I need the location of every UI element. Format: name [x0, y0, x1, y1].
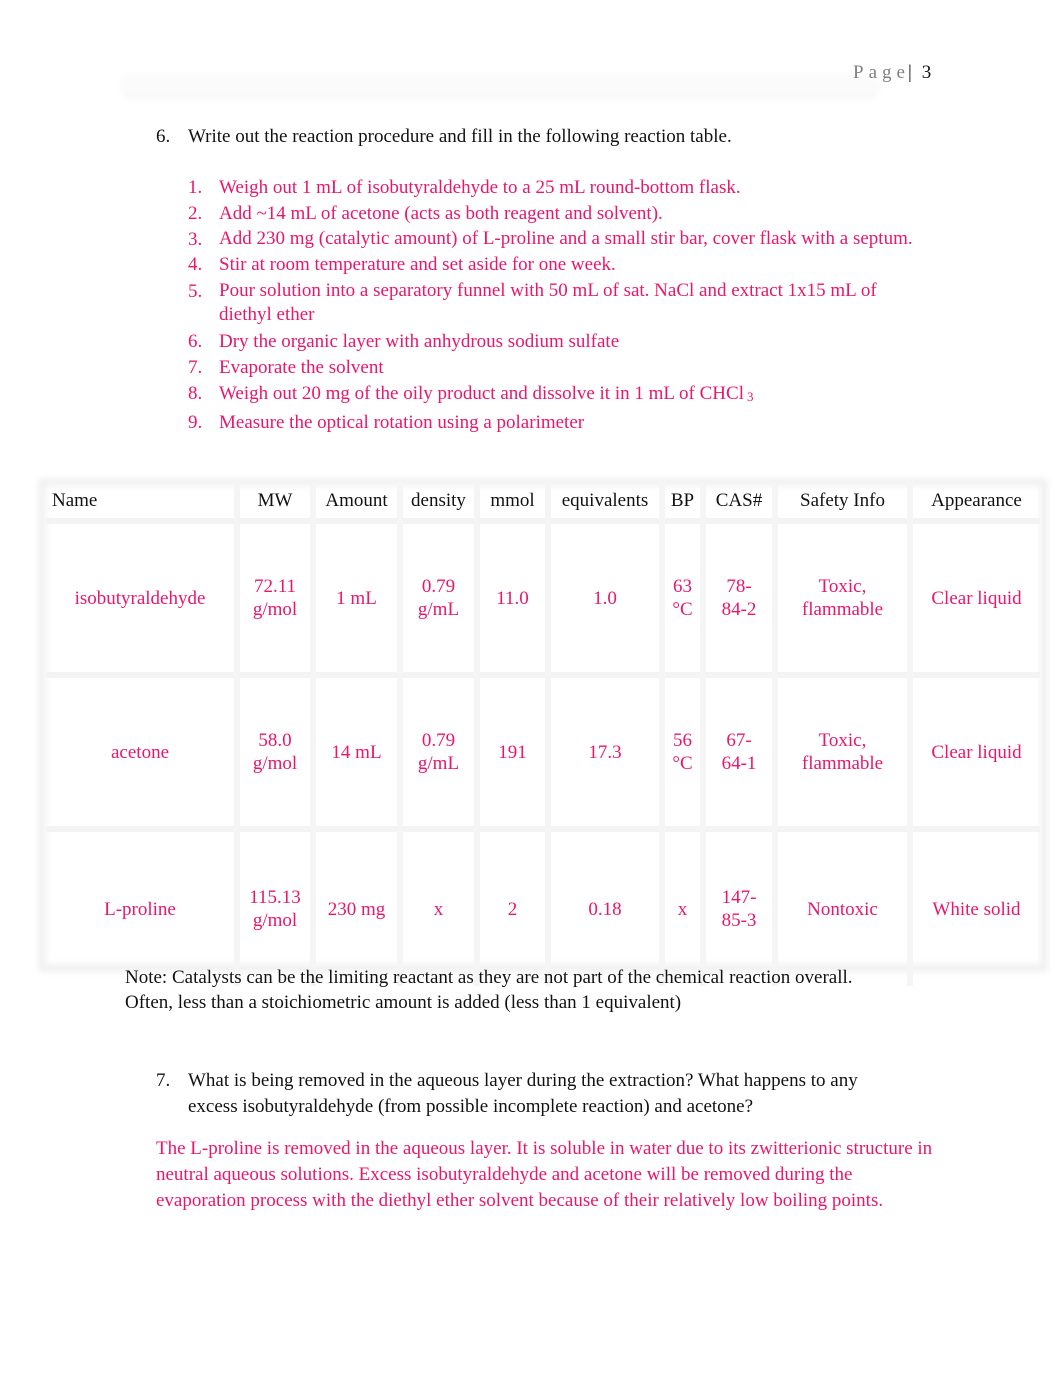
procedure-step: 7. Evaporate the solvent: [188, 355, 948, 381]
cell-mw: 58.0 g/mol: [234, 672, 313, 829]
cell-amount: 230 mg: [310, 826, 400, 986]
header-bp: BP: [659, 482, 703, 521]
cell-equivalents: 17.3: [545, 672, 662, 829]
procedure-step: 5. Pour solution into a separatory funnel…: [188, 279, 948, 327]
cell-density: x: [397, 826, 477, 986]
cell-bp: x: [659, 826, 703, 986]
question-number: 6.: [156, 126, 171, 147]
question-6: 6. Write out the reaction procedure and …: [156, 124, 956, 150]
cell-safety: Nontoxic: [772, 826, 910, 986]
question-7-answer: The L-proline is removed in the aqueous …: [156, 1138, 933, 1211]
step-text: Pour solution into a separatory funnel w…: [219, 279, 877, 325]
procedure-step: 1. Weigh out 1 mL of isobutyraldehyde to …: [188, 175, 948, 201]
cell-density: 0.79 g/mL: [397, 672, 477, 829]
procedure-step: 4. Stir at room temperature and set aside…: [188, 252, 948, 278]
header-safety: Safety Info: [772, 482, 910, 521]
cell-equivalents: 0.18: [545, 826, 662, 986]
cell-safety: Toxic, flammable: [772, 672, 910, 829]
step-text: Add 230 mg (catalytic amount) of L-proli…: [219, 228, 913, 250]
cell-name: isobutyraldehyde: [46, 518, 237, 675]
note-line-2: Often, less than a stoichiometric amount…: [125, 992, 682, 1013]
step-number: 1.: [188, 177, 203, 198]
header-band: [120, 74, 880, 100]
step-number: 3.: [188, 229, 203, 251]
question-7: 7. What is being removed in the aqueous …: [156, 1068, 956, 1120]
cell-mmol: 191: [474, 672, 548, 829]
cell-mmol: 2: [474, 826, 548, 986]
procedure-step: 6. Dry the organic layer with anhydrous s…: [188, 329, 948, 355]
subscript: 3: [746, 388, 754, 404]
cell-mw: 115.13 g/mol: [234, 826, 313, 986]
step-text: Dry the organic layer with anhydrous sod…: [219, 330, 620, 352]
question-text-line-1: What is being removed in the aqueous lay…: [188, 1070, 858, 1091]
cell-cas: 78- 84-2: [700, 518, 775, 675]
reaction-table-container: Name MW Amount density mmol equivalents …: [38, 478, 1048, 986]
procedure-step: 9. Measure the optical rotation using a p…: [188, 410, 948, 436]
page-label: Page: [853, 62, 910, 83]
step-number: 9.: [188, 411, 203, 433]
cell-mmol: 11.0: [474, 518, 548, 675]
header-mw: MW: [234, 482, 313, 521]
procedure-steps: 1. Weigh out 1 mL of isobutyraldehyde to …: [188, 175, 948, 435]
cell-equivalents: 1.0: [545, 518, 662, 675]
table-row: L-proline 115.13 g/mol 230 mg x 2 0.18 x …: [46, 826, 1040, 986]
question-number: 7.: [156, 1070, 171, 1091]
cell-mw: 72.11 g/mol: [234, 518, 313, 675]
cell-cas: 147- 85-3: [700, 826, 775, 986]
header-name: Name: [46, 482, 237, 521]
header-appearance: Appearance: [907, 482, 1040, 521]
cell-appearance: Clear liquid: [907, 672, 1040, 829]
header-mmol: mmol: [474, 482, 548, 521]
cell-amount: 14 mL: [310, 672, 400, 829]
step-number: 6.: [188, 330, 203, 352]
cell-bp: 63 °C: [659, 518, 703, 675]
cell-name: acetone: [46, 672, 237, 829]
header-equivalents: equivalents: [545, 482, 662, 521]
procedure-step: 2. Add ~14 mL of acetone (acts as both re…: [188, 201, 948, 227]
step-text: Weigh out 20 mg of the oily product and …: [219, 382, 744, 404]
step-text: Add ~14 mL of acetone (acts as both reag…: [219, 202, 663, 224]
table-header-row: Name MW Amount density mmol equivalents …: [46, 482, 1040, 521]
question-text: Write out the reaction procedure and fil…: [188, 126, 732, 147]
question-text-line-2: excess isobutyraldehyde (from possible i…: [188, 1096, 754, 1117]
cell-appearance: White solid: [907, 826, 1040, 986]
cell-cas: 67- 64-1: [700, 672, 775, 829]
header-cas: CAS#: [700, 482, 775, 521]
step-text: Stir at room temperature and set aside f…: [219, 254, 616, 276]
table-row: isobutyraldehyde 72.11 g/mol 1 mL 0.79 g/m…: [46, 518, 1040, 675]
step-text: Measure the optical rotation using a pol…: [219, 411, 585, 433]
table-row: acetone 58.0 g/mol 14 mL 0.79 g/mL 191 17.…: [46, 672, 1040, 829]
step-number: 8.: [188, 382, 203, 404]
cell-bp: 56 °C: [659, 672, 703, 829]
page-separator: |: [907, 62, 912, 83]
cell-amount: 1 mL: [310, 518, 400, 675]
header-amount: Amount: [310, 482, 400, 521]
step-text: Evaporate the solvent: [219, 357, 384, 379]
page-number-header: Page| 3: [853, 62, 931, 84]
catalyst-note: Note: Catalysts can be the limiting reac…: [125, 965, 945, 1015]
step-number: 4.: [188, 254, 203, 276]
procedure-step: 3. Add 230 mg (catalytic amount) of L-pro…: [188, 227, 948, 251]
step-text: Weigh out 1 mL of isobutyraldehyde to a …: [219, 177, 741, 198]
page-number: 3: [921, 62, 932, 83]
step-number: 2.: [188, 202, 203, 224]
step-number: 5.: [188, 280, 203, 302]
header-density: density: [397, 482, 477, 521]
procedure-step: 8. Weigh out 20 mg of the oily product an…: [188, 381, 948, 410]
cell-safety: Toxic, flammable: [772, 518, 910, 675]
cell-density: 0.79 g/mL: [397, 518, 477, 675]
cell-appearance: Clear liquid: [907, 518, 1040, 675]
step-number: 7.: [188, 357, 203, 379]
reaction-table: Name MW Amount density mmol equivalents …: [46, 482, 1040, 986]
cell-name: L-proline: [46, 826, 237, 986]
note-line-1: Note: Catalysts can be the limiting reac…: [125, 967, 853, 988]
